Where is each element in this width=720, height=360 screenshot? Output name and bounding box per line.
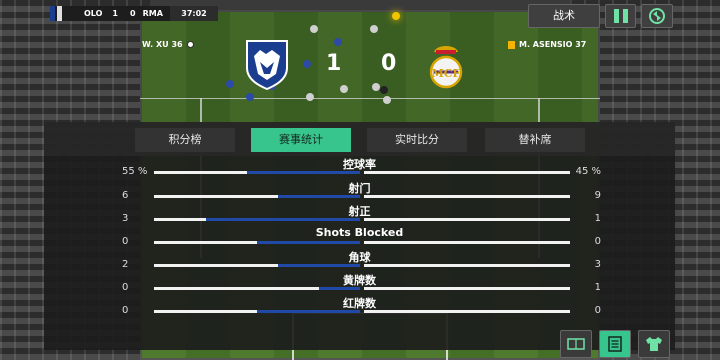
stat-away-bar (364, 195, 570, 198)
stat-home-bar (154, 241, 360, 244)
stat-away-bar (364, 310, 570, 313)
kit-button[interactable] (638, 330, 670, 358)
away-team-crest: MCF (429, 46, 463, 89)
player-dot (246, 93, 254, 101)
stat-row: 黄牌数 0 1 (44, 272, 675, 295)
player-dot (380, 86, 388, 94)
stat-row: Shots Blocked 0 0 (44, 226, 675, 249)
home-team-crest (246, 40, 288, 90)
tab-live-scores[interactable]: 实时比分 (367, 128, 467, 152)
scoreboard-away-score: 0 (130, 9, 136, 18)
stat-home-bar (154, 171, 360, 174)
scoreboard-away-team: RMA (142, 9, 163, 18)
match-clock: 37:02 (170, 6, 218, 21)
formation-button[interactable] (560, 330, 592, 358)
stats-icon (608, 336, 622, 352)
stat-home-bar-fill (246, 171, 360, 174)
stat-away-bar (364, 218, 570, 221)
stat-home-bar (154, 287, 360, 290)
away-booking-text: M. ASENSIO 37 (519, 40, 587, 49)
player-dot (334, 38, 342, 46)
stat-label: 红牌数 (343, 297, 376, 310)
stat-away-value: 1 (594, 213, 601, 224)
stat-row: 射正 3 1 (44, 203, 675, 226)
player-dot (370, 25, 378, 33)
stats-panel: 积分榜 赛事统计 实时比分 替补席 控球率 55 % 45 % 射门 6 9 射正 3 1 Sho… (44, 122, 675, 350)
substitution-icon (649, 8, 665, 24)
panel-tabs: 积分榜 赛事统计 实时比分 替补席 (44, 122, 675, 156)
scoreboard-home-score: 1 (112, 9, 118, 18)
stat-home-bar-fill (257, 310, 360, 313)
stat-home-bar (154, 310, 360, 313)
stat-home-value: 0 (122, 282, 129, 293)
stat-row: 红牌数 0 0 (44, 295, 675, 318)
stat-home-bar-fill (277, 195, 360, 198)
player-dot (372, 83, 380, 91)
stat-away-value: 0 (594, 236, 601, 247)
stat-label: 射正 (348, 205, 371, 218)
stat-label: 射门 (348, 182, 371, 195)
stat-home-bar (154, 264, 360, 267)
stat-home-bar-fill (277, 264, 360, 267)
stat-label: 角球 (348, 251, 371, 264)
stat-home-bar (154, 218, 360, 221)
stat-away-bar (364, 171, 570, 174)
stat-away-value: 3 (594, 259, 601, 270)
tactics-button[interactable]: 战术 (528, 4, 600, 28)
tab-match-stats[interactable]: 赛事统计 (251, 128, 351, 152)
substitution-button[interactable] (641, 4, 673, 28)
player-dot (310, 25, 318, 33)
stat-row: 角球 2 3 (44, 249, 675, 272)
stat-away-bar (364, 264, 570, 267)
formation-icon (567, 338, 585, 350)
stat-away-bar (364, 241, 570, 244)
stat-away-bar (364, 287, 570, 290)
home-score: 1 (326, 51, 342, 76)
stat-home-value: 3 (122, 213, 129, 224)
stat-home-value: 55 % (122, 166, 148, 177)
stat-label: 黄牌数 (343, 274, 376, 287)
player-dot (226, 80, 234, 88)
home-scorer: W. XU 36 (142, 40, 194, 49)
kit-icon (646, 337, 662, 351)
stat-away-value: 45 % (575, 166, 601, 177)
player-dot (303, 60, 311, 68)
stat-row: 控球率 55 % 45 % (44, 156, 675, 179)
stat-home-value: 6 (122, 190, 129, 201)
scoreboard: OLO 1 0 RMA 37:02 (50, 6, 218, 21)
away-color-strip (57, 6, 62, 21)
scoreboard-home-team: OLO (84, 9, 103, 18)
stat-home-value: 0 (122, 305, 129, 316)
stat-home-value: 0 (122, 236, 129, 247)
player-dot (306, 93, 314, 101)
tab-standings[interactable]: 积分榜 (135, 128, 235, 152)
player-dot (340, 85, 348, 93)
home-scorer-text: W. XU 36 (142, 40, 183, 49)
away-score: 0 (381, 51, 397, 76)
stat-away-value: 9 (594, 190, 601, 201)
ball-marker (392, 12, 400, 20)
stat-row: 射门 6 9 (44, 180, 675, 203)
pause-button[interactable] (605, 4, 636, 28)
tab-bench[interactable]: 替补席 (485, 128, 585, 152)
pause-icon (622, 9, 628, 23)
player-dot (383, 96, 391, 104)
yellow-card-icon (508, 40, 515, 49)
stat-home-bar (154, 195, 360, 198)
pause-icon (613, 9, 619, 23)
stat-home-bar-fill (318, 287, 360, 290)
stat-label: Shots Blocked (315, 226, 404, 239)
stat-home-bar-fill (257, 241, 360, 244)
stat-away-value: 0 (594, 305, 601, 316)
ball-icon (186, 41, 194, 48)
stats-button[interactable] (599, 330, 631, 358)
stat-home-bar-fill (205, 218, 360, 221)
away-booking: M. ASENSIO 37 (508, 40, 586, 49)
svg-text:MCF: MCF (432, 67, 461, 80)
stat-home-value: 2 (122, 259, 129, 270)
stat-away-value: 1 (594, 282, 601, 293)
home-color-strip (50, 6, 55, 21)
